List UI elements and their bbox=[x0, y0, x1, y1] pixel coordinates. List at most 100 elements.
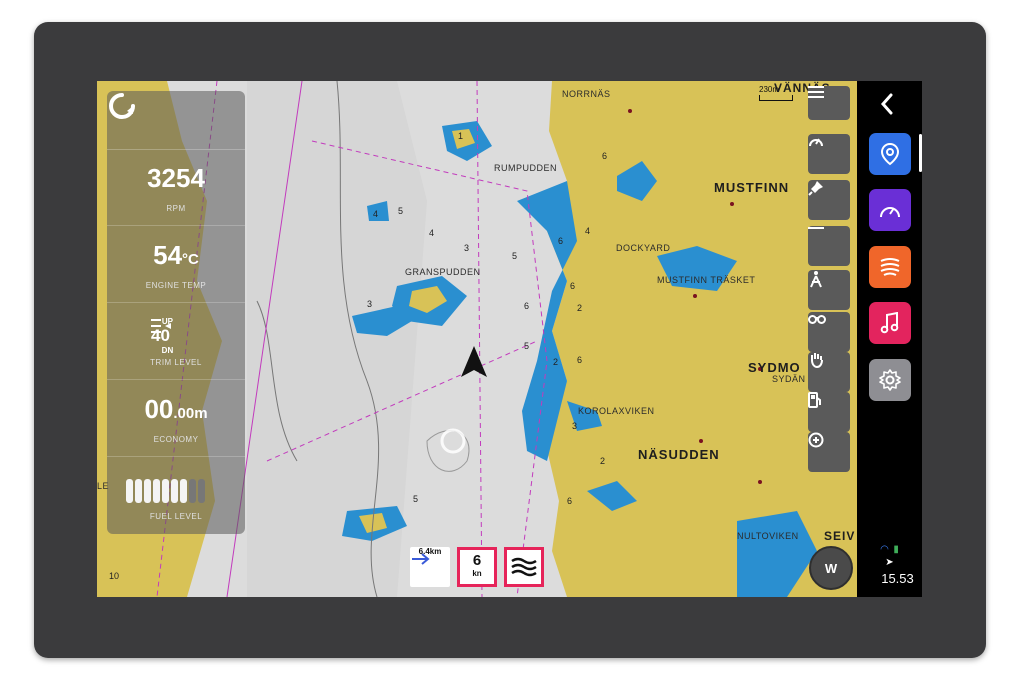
speed-value: 6 bbox=[472, 552, 482, 569]
depth-sounding: 5 bbox=[512, 251, 518, 261]
zoom-out-button[interactable] bbox=[808, 226, 850, 266]
add-location-icon bbox=[808, 432, 824, 448]
fuel-level-bars bbox=[126, 479, 205, 503]
fuel-segment bbox=[180, 479, 187, 503]
fuel-segment bbox=[144, 479, 151, 503]
location-arrow-icon: ➤ bbox=[885, 557, 894, 568]
engine-temp-gauge[interactable]: 54°C ENGINE TEMP bbox=[107, 226, 245, 303]
rpm-value: 3254 bbox=[147, 163, 205, 193]
add-location-button[interactable] bbox=[808, 432, 850, 472]
back-button[interactable] bbox=[880, 93, 894, 120]
minus-icon bbox=[808, 227, 824, 229]
pin-button[interactable] bbox=[808, 180, 850, 220]
engine-temp-unit: °C bbox=[182, 251, 199, 268]
rpm-label: RPM bbox=[166, 204, 186, 213]
fuel-segment bbox=[126, 479, 133, 503]
rpm-gauge[interactable]: 3254 RPM bbox=[107, 149, 245, 226]
fuel-label: FUEL LEVEL bbox=[149, 512, 203, 521]
place-sydmo: SYDMO bbox=[748, 360, 801, 375]
screen: 230m VÄNNÄS NORRNÄS RUMPUDDEN MUSTFINN D… bbox=[97, 81, 922, 597]
trim-gauge[interactable]: UP 40 DN TRIM LEVEL bbox=[107, 303, 245, 380]
place-sydan: SYDÄN bbox=[772, 374, 806, 384]
hand-icon bbox=[811, 353, 823, 368]
economy-decimal: .00 bbox=[173, 405, 195, 422]
depth-sounding: 3 bbox=[464, 243, 470, 253]
menu-icon bbox=[808, 86, 824, 98]
navigation-app-button[interactable] bbox=[869, 133, 911, 175]
sonar-app-button[interactable] bbox=[869, 246, 911, 288]
fuel-button[interactable] bbox=[808, 392, 850, 432]
depth-sounding: 2 bbox=[553, 357, 559, 367]
depth-sounding: 4 bbox=[585, 226, 591, 236]
depth-sounding: 5 bbox=[413, 494, 419, 504]
speed-unit: kn bbox=[472, 569, 482, 578]
depth-sounding: 10 bbox=[109, 571, 120, 581]
fuel-gauge[interactable]: FUEL LEVEL bbox=[107, 457, 245, 533]
refresh-icon bbox=[109, 93, 135, 119]
place-dockyard: DOCKYARD bbox=[616, 243, 671, 253]
depth-sounding: 6 bbox=[602, 151, 608, 161]
place-mustfinn: MUSTFINN bbox=[714, 180, 790, 195]
binoculars-button[interactable] bbox=[808, 312, 850, 352]
fuel-segment bbox=[171, 479, 178, 503]
depth-sounding: 1 bbox=[458, 131, 464, 141]
depth-sounding: 6 bbox=[577, 355, 583, 365]
depth-sounding: 6 bbox=[558, 236, 564, 246]
gauge-button[interactable] bbox=[808, 134, 850, 174]
place-norrnas: NORRNÄS bbox=[562, 89, 611, 99]
refresh-button[interactable] bbox=[107, 91, 245, 150]
engine-temp-value: 54 bbox=[153, 240, 183, 270]
depth-sounding: 2 bbox=[577, 303, 583, 313]
distance-widget[interactable]: 6.4km bbox=[410, 547, 450, 587]
trim-dn-label: DN bbox=[161, 346, 174, 355]
speedometer-icon bbox=[880, 207, 900, 218]
economy-gauge[interactable]: 00.00m ECONOMY bbox=[107, 380, 245, 457]
place-rumpudden: RUMPUDDEN bbox=[494, 163, 557, 173]
fuel-segment bbox=[198, 479, 205, 503]
gear-icon bbox=[879, 369, 901, 391]
music-app-button[interactable] bbox=[869, 302, 911, 344]
place-nultoviken: NULTOVIKEN bbox=[737, 531, 799, 541]
trim-label: TRIM LEVEL bbox=[150, 358, 202, 367]
place-korolaxviken: KOROLAXVIKEN bbox=[578, 406, 655, 416]
menu-button[interactable] bbox=[808, 86, 850, 120]
gauge-icon bbox=[809, 138, 823, 147]
pin-icon bbox=[808, 181, 823, 196]
fuel-segment bbox=[135, 479, 142, 503]
economy-label: ECONOMY bbox=[153, 435, 199, 444]
person-icon bbox=[810, 271, 822, 288]
binoculars-icon bbox=[808, 315, 826, 324]
chart-map[interactable]: 230m VÄNNÄS NORRNÄS RUMPUDDEN MUSTFINN D… bbox=[97, 81, 857, 597]
depth-sounding: 3 bbox=[367, 299, 373, 309]
person-button[interactable] bbox=[808, 270, 850, 310]
gauges-app-button[interactable] bbox=[869, 189, 911, 231]
wave-widget[interactable] bbox=[504, 547, 544, 587]
depth-sounding: 4 bbox=[373, 209, 379, 219]
clock: 15.53 bbox=[881, 571, 914, 586]
chevron-left-icon bbox=[880, 93, 893, 115]
compass-heading: W bbox=[824, 560, 838, 576]
music-note-icon bbox=[880, 312, 899, 334]
depth-sounding: 6 bbox=[567, 496, 573, 506]
place-seiv: SEIV bbox=[824, 529, 856, 543]
depth-sounding: 6 bbox=[524, 301, 530, 311]
settings-app-button[interactable] bbox=[869, 359, 911, 401]
location-pin-icon bbox=[880, 142, 900, 166]
economy-value: 00 bbox=[144, 394, 174, 424]
hand-button[interactable] bbox=[808, 352, 850, 392]
sonar-icon bbox=[880, 258, 900, 276]
fuel-icon bbox=[808, 392, 821, 408]
economy-unit: m bbox=[194, 405, 208, 422]
speed-widget[interactable]: 6 kn bbox=[457, 547, 497, 587]
depth-sounding: 3 bbox=[572, 421, 578, 431]
depth-sounding: 5 bbox=[524, 341, 530, 351]
compass-widget[interactable]: W bbox=[809, 546, 853, 590]
status-icons-row2: ➤ bbox=[857, 552, 922, 570]
place-gransudden: GRANSPUDDEN bbox=[405, 267, 481, 277]
depth-sounding: 5 bbox=[398, 206, 404, 216]
depth-sounding: 2 bbox=[600, 456, 606, 466]
depth-sounding: 6 bbox=[570, 281, 576, 291]
fuel-segment bbox=[153, 479, 160, 503]
arrow-right-icon bbox=[412, 553, 430, 565]
place-nasudden: NÄSUDDEN bbox=[638, 447, 720, 462]
